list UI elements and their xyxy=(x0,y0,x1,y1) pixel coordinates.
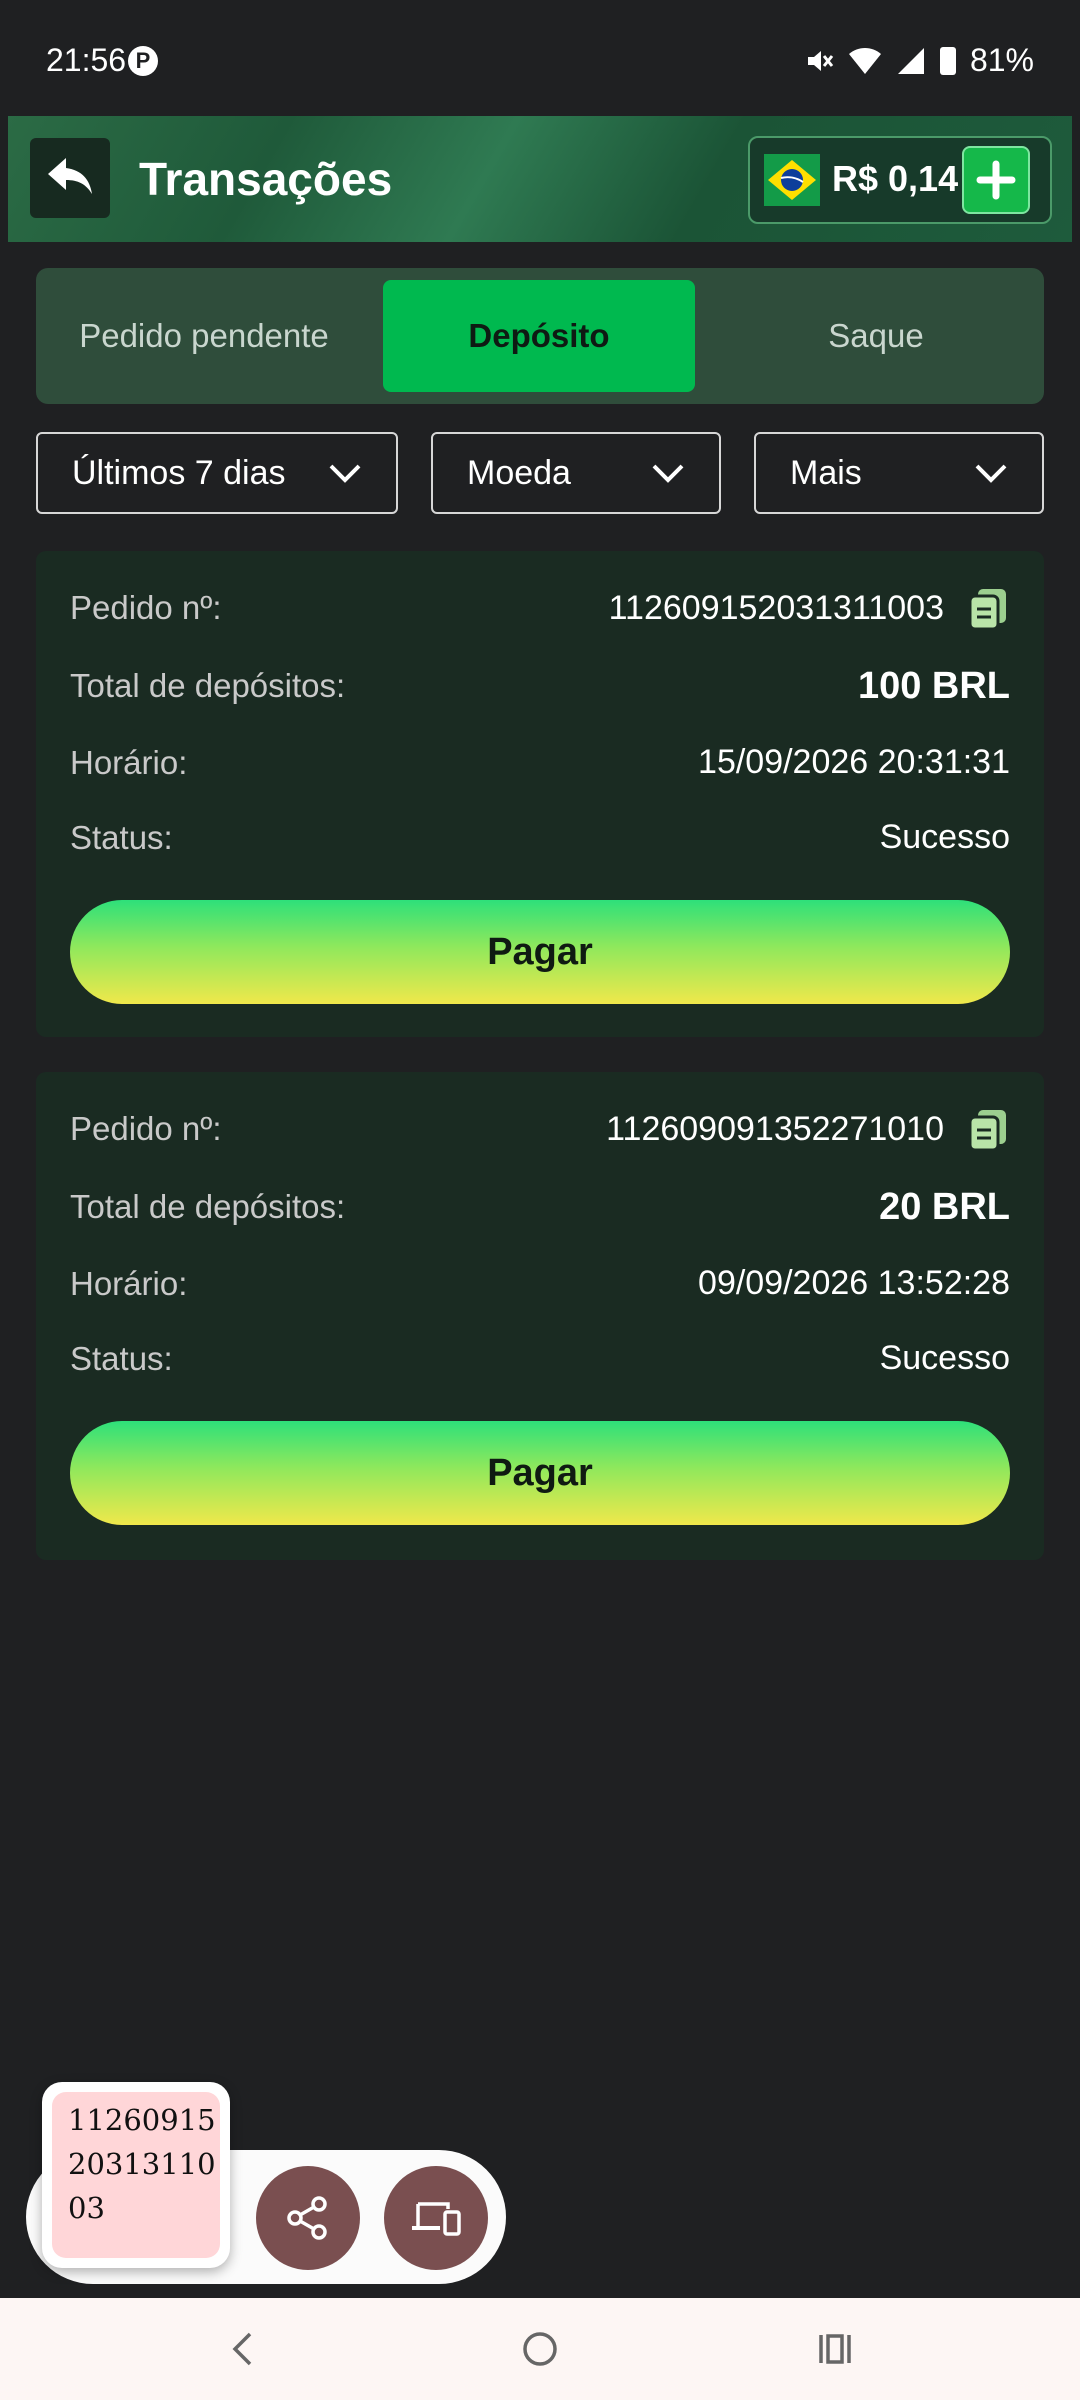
share-button[interactable] xyxy=(256,2166,360,2270)
add-funds-button[interactable] xyxy=(962,146,1030,214)
balance-amount: R$ 0,14 xyxy=(832,158,959,199)
copy-icon[interactable] xyxy=(966,1108,1010,1152)
status-icons: 81% xyxy=(804,42,1034,79)
system-nav-bar xyxy=(0,2298,1080,2400)
time-label: Horário: xyxy=(70,744,188,781)
home-circle-icon xyxy=(523,2332,557,2366)
total-value: 100 BRL xyxy=(857,665,1010,707)
more-filter[interactable]: Mais xyxy=(754,432,1044,514)
status-value: Sucesso xyxy=(879,1339,1010,1377)
period-filter[interactable]: Últimos 7 dias xyxy=(36,432,398,514)
time-value: 15/09/2026 20:31:31 xyxy=(698,743,1010,781)
clipboard-text: 112609152031311003 xyxy=(52,2092,220,2258)
currency-filter-label: Moeda xyxy=(467,453,571,492)
back-button[interactable] xyxy=(30,138,110,218)
back-arrow-icon xyxy=(48,158,92,194)
mute-icon xyxy=(807,50,834,71)
chevron-down-icon xyxy=(329,464,361,483)
chevron-down-icon xyxy=(652,464,684,483)
clipboard-preview[interactable]: 112609152031311003 xyxy=(42,2082,230,2268)
brazil-flag-icon xyxy=(764,154,820,206)
tab-pending-order[interactable]: Pedido pendente xyxy=(36,268,372,404)
pay-button[interactable]: Pagar xyxy=(70,900,1010,1004)
status-label: Status: xyxy=(70,819,173,856)
signal-icon xyxy=(897,47,924,74)
transaction-card: Pedido nº: 112609152031311003 Total de d… xyxy=(36,551,1044,1037)
transaction-card: Pedido nº: 112609091352271010 Total de d… xyxy=(36,1072,1044,1560)
share-icon xyxy=(287,2196,327,2240)
tab-withdrawal[interactable]: Saque xyxy=(708,268,1044,404)
plus-icon xyxy=(976,160,1016,200)
battery-icon xyxy=(939,46,956,75)
wifi-icon xyxy=(848,47,881,74)
total-label: Total de depósitos: xyxy=(70,1188,346,1225)
status-value: Sucesso xyxy=(879,818,1010,856)
total-label: Total de depósitos: xyxy=(70,667,346,704)
send-to-device-button[interactable] xyxy=(384,2166,488,2270)
order-label: Pedido nº: xyxy=(70,1110,222,1147)
nav-back-button[interactable] xyxy=(202,2298,282,2400)
time-label: Horário: xyxy=(70,1265,188,1302)
more-filter-label: Mais xyxy=(790,453,862,492)
pinterest-icon: P xyxy=(128,46,158,76)
status-bar: 21:56 P 81% xyxy=(0,0,1080,120)
tab-deposit[interactable]: Depósito xyxy=(383,280,695,392)
currency-filter[interactable]: Moeda xyxy=(431,432,721,514)
period-filter-label: Últimos 7 dias xyxy=(72,453,286,492)
order-number: 112609152031311003 xyxy=(608,589,944,627)
total-value: 20 BRL xyxy=(879,1186,1010,1228)
order-number: 112609091352271010 xyxy=(606,1110,944,1148)
copy-icon[interactable] xyxy=(966,587,1010,631)
page-title: Transações xyxy=(139,153,393,205)
status-time: 21:56 xyxy=(46,42,127,78)
recents-icon xyxy=(819,2334,851,2364)
battery-percent: 81% xyxy=(969,42,1034,78)
order-label: Pedido nº: xyxy=(70,589,222,626)
pay-button[interactable]: Pagar xyxy=(70,1421,1010,1525)
balance-widget[interactable]: R$ 0,14 xyxy=(748,136,1052,224)
nav-home-button[interactable] xyxy=(500,2298,580,2400)
devices-icon xyxy=(412,2202,461,2236)
app-header: Transações R$ 0,14 xyxy=(8,116,1072,242)
chevron-left-icon xyxy=(232,2332,252,2366)
time-value: 09/09/2026 13:52:28 xyxy=(698,1264,1010,1302)
nav-recents-button[interactable] xyxy=(795,2298,875,2400)
chevron-down-icon xyxy=(975,464,1007,483)
transaction-tabs: Pedido pendente Depósito Saque xyxy=(36,268,1044,404)
status-label: Status: xyxy=(70,1340,173,1377)
